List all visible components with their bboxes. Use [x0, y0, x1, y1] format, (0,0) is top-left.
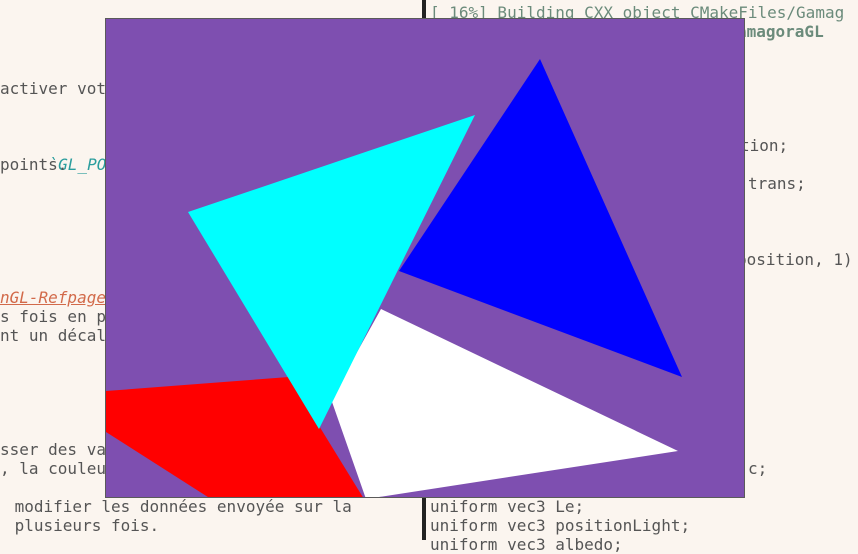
doc-line: s fois en p — [0, 307, 106, 326]
render-canvas — [106, 19, 744, 497]
code-line: uniform vec3 albedo; — [430, 535, 623, 554]
code-line: position, 1) — [737, 250, 853, 269]
doc-line: nt un décal — [0, 326, 106, 345]
doc-line: , la couleu — [0, 459, 106, 478]
code-line: trans; — [748, 174, 806, 193]
doc-line: points. — [0, 155, 68, 174]
code-line: uniform vec3 positionLight; — [430, 516, 691, 535]
doc-line: sser des va — [0, 440, 106, 459]
code-line: uniform vec3 Le; — [430, 497, 585, 516]
build-target-name: amagoraGL — [737, 22, 824, 41]
doc-line: activer vot — [0, 79, 106, 98]
doc-line: plusieurs fois. — [5, 516, 160, 535]
code-line: tion; — [740, 136, 789, 155]
refpage-link[interactable]: nGL-Refpage — [0, 288, 106, 307]
opengl-render-window[interactable] — [105, 18, 745, 498]
doc-line: modifier les données envoyée sur la — [5, 497, 352, 516]
code-line: c; — [748, 459, 768, 478]
